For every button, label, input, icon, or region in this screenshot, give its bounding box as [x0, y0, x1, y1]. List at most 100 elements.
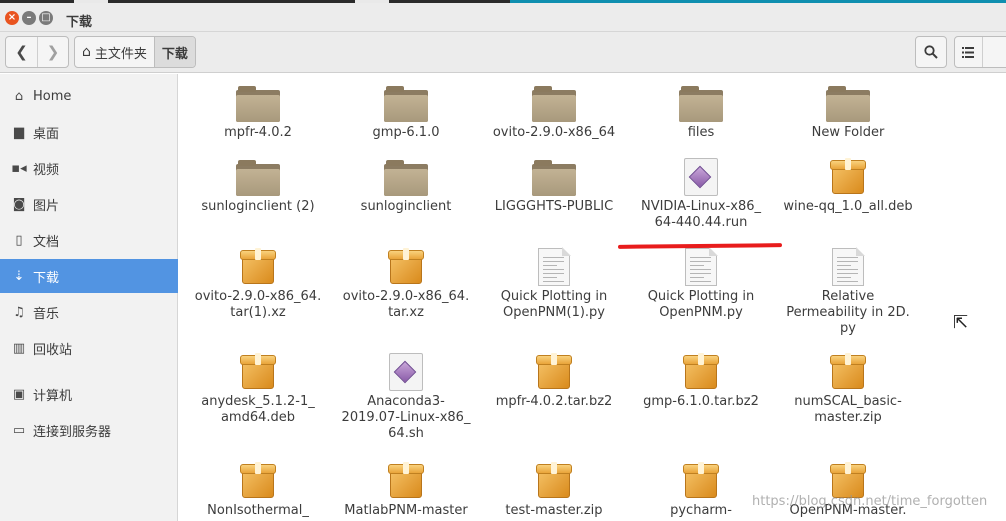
file-name-line: ovito-2.9.0-x86_64. — [342, 289, 470, 304]
file-item[interactable]: wine-qq_1.0_all.deb — [774, 158, 922, 215]
file-name-line: OpenPNM(1).py — [503, 305, 605, 320]
text-file-icon — [832, 247, 865, 286]
breadcrumb: ⌂ 主文件夹 下载 — [74, 36, 196, 68]
home-icon: ⌂ — [14, 88, 24, 104]
file-name-line: New Folder — [811, 125, 885, 140]
file-item[interactable]: sunloginclient (2) — [184, 160, 332, 215]
executable-script-icon — [684, 158, 718, 196]
file-item[interactable]: anydesk_5.1.2-1_ amd64.deb — [184, 353, 332, 426]
minimize-icon: – — [26, 12, 32, 23]
file-item[interactable]: NonIsothermal_ — [184, 462, 332, 519]
view-options-button[interactable] — [981, 37, 1006, 67]
file-item[interactable]: ovito-2.9.0-x86_64. tar(1).xz — [184, 248, 332, 321]
strip-segment — [74, 0, 108, 3]
archive-package-icon — [388, 462, 424, 500]
sidebar-item-home[interactable]: ⌂ Home — [0, 79, 178, 113]
breadcrumb-current[interactable]: 下载 — [154, 37, 195, 67]
folder-icon — [679, 86, 723, 122]
download-icon: ⇣ — [13, 268, 25, 284]
back-button[interactable]: ❮ — [6, 37, 37, 67]
file-name: NVIDIA-Linux-x86_ 64-440.44.run — [627, 199, 775, 231]
file-name-line: sunloginclient — [360, 199, 452, 214]
file-name: Quick Plotting in OpenPNM(1).py — [480, 289, 628, 321]
file-name-line: 64.sh — [388, 426, 424, 441]
list-view-button[interactable] — [955, 37, 982, 67]
file-name-line: master.zip — [814, 410, 882, 425]
file-name: files — [627, 125, 775, 141]
file-name-line: Relative — [821, 289, 875, 304]
file-name-line: files — [687, 125, 715, 140]
file-name-line: anydesk_5.1.2-1_ — [201, 394, 315, 409]
file-item[interactable]: New Folder — [774, 86, 922, 141]
file-item[interactable]: Quick Plotting in OpenPNM.py — [627, 247, 775, 321]
file-name-line: tar(1).xz — [230, 305, 286, 320]
file-name-line: 2019.07-Linux-x86_ — [341, 410, 471, 425]
document-icon: ▯ — [15, 232, 23, 248]
sidebar-item-videos[interactable]: ▪◂ 视频 — [0, 151, 178, 185]
file-item[interactable]: mpfr-4.0.2.tar.bz2 — [480, 353, 628, 410]
file-name-line: mpfr-4.0.2.tar.bz2 — [495, 394, 613, 409]
file-name-line: 64-440.44.run — [654, 215, 748, 230]
text-file-icon — [538, 247, 571, 286]
file-name-line: LIGGGHTS-PUBLIC — [494, 199, 614, 214]
chevron-right-icon: ❯ — [46, 43, 60, 61]
minimize-window-button[interactable]: – — [22, 11, 36, 25]
chevron-left-icon: ❮ — [15, 43, 28, 61]
file-item[interactable]: sunloginclient — [332, 160, 480, 215]
sidebar-item-downloads[interactable]: ⇣ 下载 — [0, 259, 178, 293]
close-window-button[interactable]: × — [5, 11, 19, 25]
sidebar-item-documents[interactable]: ▯ 文档 — [0, 223, 178, 257]
sidebar-item-connect-server[interactable]: ▭ 连接到服务器 — [0, 413, 178, 447]
folder-icon — [532, 160, 576, 196]
archive-package-icon — [536, 462, 572, 500]
file-name: ovito-2.9.0-x86_64 — [480, 125, 628, 141]
sidebar-item-label: 计算机 — [33, 388, 73, 404]
computer-icon: ▣ — [12, 386, 26, 402]
file-name: wine-qq_1.0_all.deb — [774, 199, 922, 215]
file-name: test-master.zip — [480, 503, 628, 519]
top-edge-strip — [0, 0, 1006, 3]
file-item[interactable]: Quick Plotting in OpenPNM(1).py — [480, 247, 628, 321]
text-file-icon — [685, 247, 718, 286]
search-button[interactable] — [915, 36, 947, 68]
video-icon: ▪◂ — [11, 160, 27, 176]
file-item[interactable]: gmp-6.1.0.tar.bz2 — [627, 353, 775, 410]
file-item[interactable]: mpfr-4.0.2 — [184, 86, 332, 141]
folder-icon — [236, 86, 280, 122]
forward-button[interactable]: ❯ — [36, 37, 68, 67]
file-item[interactable]: numSCAL_basic-master.zip — [774, 353, 922, 426]
archive-package-icon — [388, 248, 424, 286]
sidebar-item-pictures[interactable]: ◙ 图片 — [0, 187, 178, 221]
file-item[interactable]: test-master.zip — [480, 462, 628, 519]
file-item[interactable]: Anaconda3- 2019.07-Linux-x86_ 64.sh — [332, 353, 480, 442]
sidebar-item-label: 回收站 — [33, 342, 73, 358]
file-item[interactable]: Relative Permeability in 2D. py — [774, 247, 922, 337]
file-item[interactable]: OpenPNM-master. — [774, 462, 922, 519]
sidebar-item-music[interactable]: ♫ 音乐 — [0, 295, 178, 329]
folder-icon — [384, 160, 428, 196]
file-item[interactable]: NVIDIA-Linux-x86_ 64-440.44.run — [627, 158, 775, 231]
file-name: LIGGGHTS-PUBLIC — [480, 199, 628, 215]
sidebar-item-trash[interactable]: ▥ 回收站 — [0, 331, 178, 365]
file-item[interactable]: gmp-6.1.0 — [332, 86, 480, 141]
breadcrumb-home[interactable]: ⌂ 主文件夹 — [75, 37, 155, 67]
file-item[interactable]: files — [627, 86, 775, 141]
folder-icon — [826, 86, 870, 122]
archive-package-icon — [683, 462, 719, 500]
file-item[interactable]: LIGGGHTS-PUBLIC — [480, 160, 628, 215]
maximize-window-button[interactable]: □ — [39, 11, 53, 25]
file-item[interactable]: MatlabPNM-master — [332, 462, 480, 519]
title-bar: × – □ 下载 — [0, 0, 1006, 32]
file-item[interactable]: pycharm- — [627, 462, 775, 519]
file-item[interactable]: ovito-2.9.0-x86_64. tar.xz — [332, 248, 480, 321]
file-name-line: ovito-2.9.0-x86_64. — [194, 289, 322, 304]
file-name-line: numSCAL_basic- — [794, 394, 902, 409]
sidebar-item-label: 视频 — [33, 162, 60, 178]
file-item[interactable]: ovito-2.9.0-x86_64 — [480, 86, 628, 141]
sidebar-item-computer[interactable]: ▣ 计算机 — [0, 377, 178, 411]
file-name: New Folder — [774, 125, 922, 141]
file-name-line: Quick Plotting in — [500, 289, 608, 304]
strip-segment — [510, 0, 1006, 3]
sidebar-item-desktop[interactable]: ▆ 桌面 — [0, 115, 178, 149]
history-nav: ❮ ❯ — [5, 36, 69, 68]
